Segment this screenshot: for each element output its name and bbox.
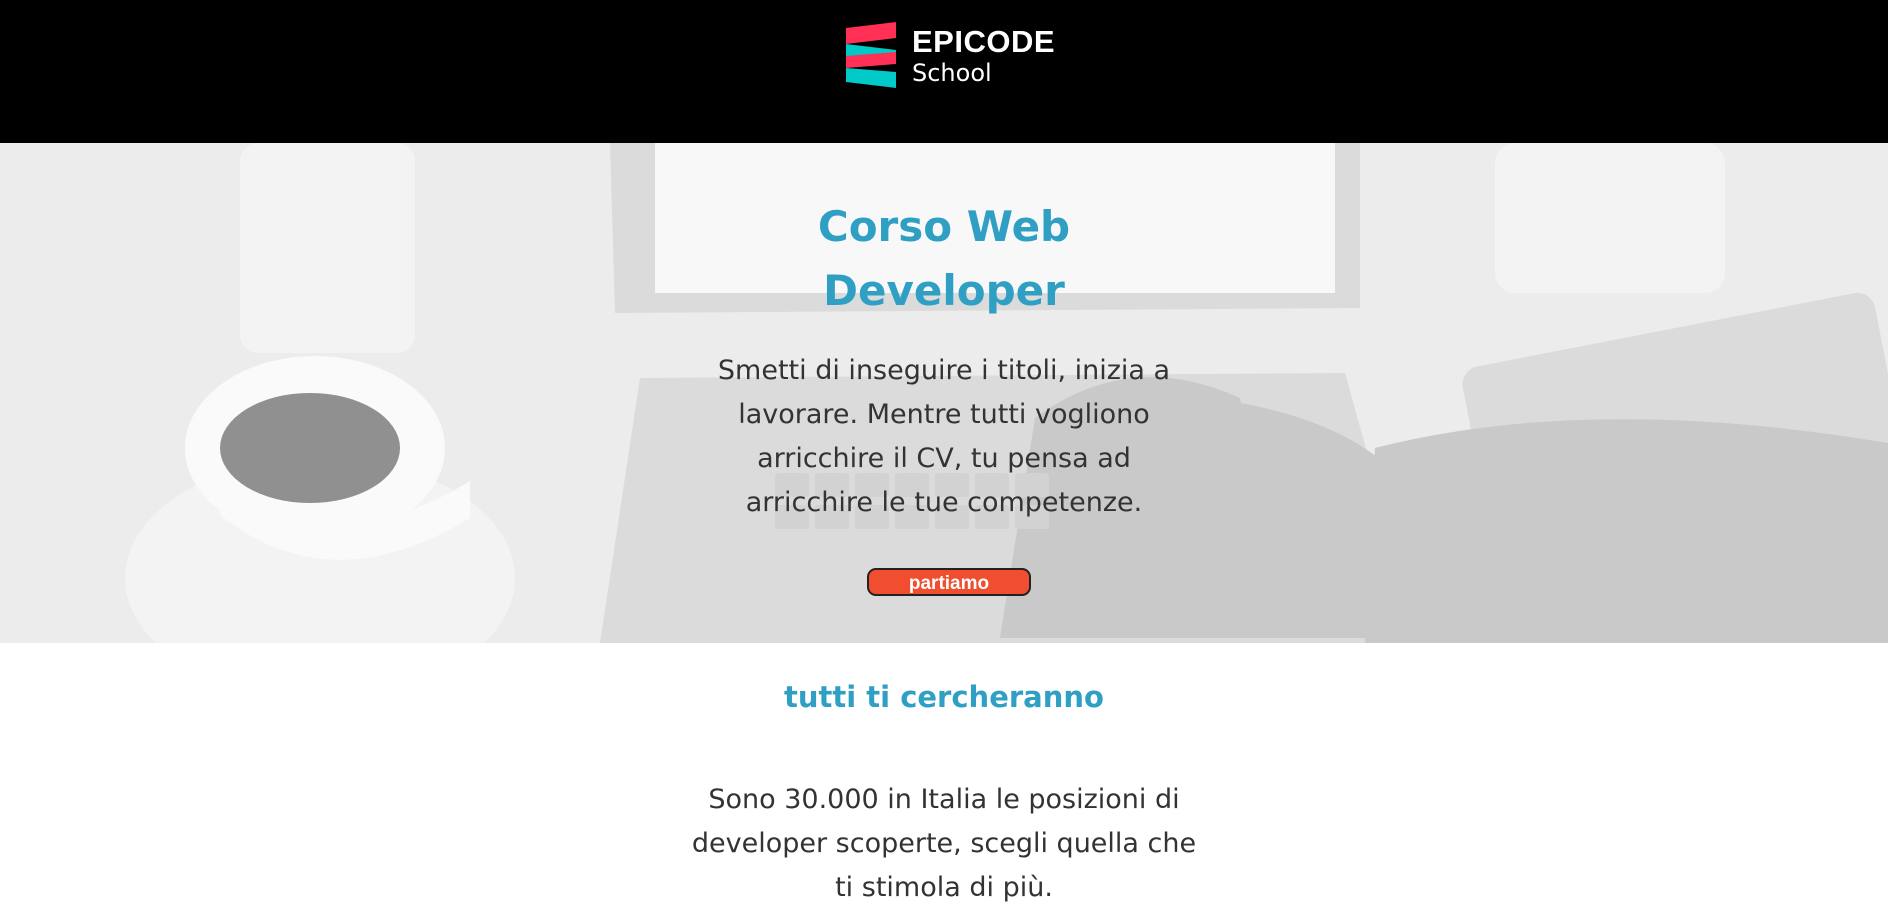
brand-name: EPICODE [912,23,1056,59]
epicode-logo-icon [846,22,896,88]
section-title: tutti ti cercheranno [784,680,1104,714]
logo-text: EPICODE School [912,26,1055,85]
partiamo-button[interactable]: partiamo [867,568,1031,596]
hero-title: Corso Web Developer [817,202,1071,315]
section-description: Sono 30.000 in Italia le posizioni di de… [691,784,1197,903]
hero-section: Corso Web Developer Smetti di inseguire … [0,143,1888,643]
epicode-logo[interactable]: EPICODE School [846,22,1055,88]
hero-content: Corso Web Developer Smetti di inseguire … [0,143,1888,643]
hero-description: Smetti di inseguire i titoli, inizia a l… [717,355,1171,518]
site-header: EPICODE School [0,0,1888,143]
brand-subtitle: School [912,58,992,87]
